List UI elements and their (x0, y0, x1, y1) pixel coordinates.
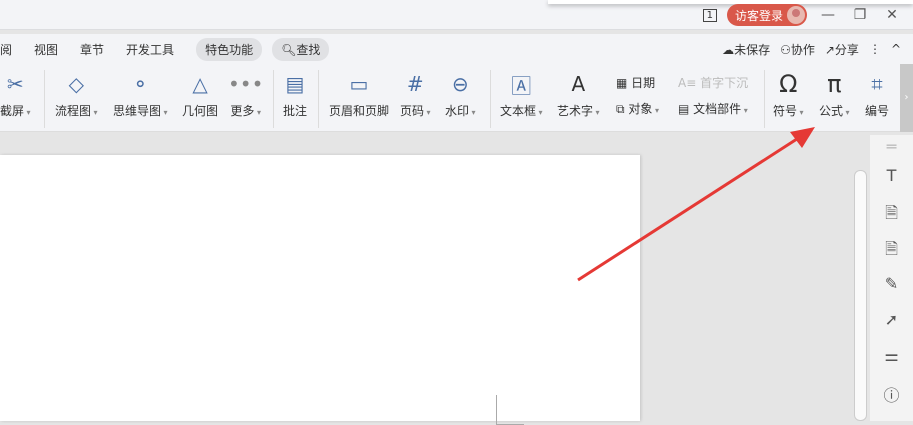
annotation-arrow (577, 127, 815, 282)
